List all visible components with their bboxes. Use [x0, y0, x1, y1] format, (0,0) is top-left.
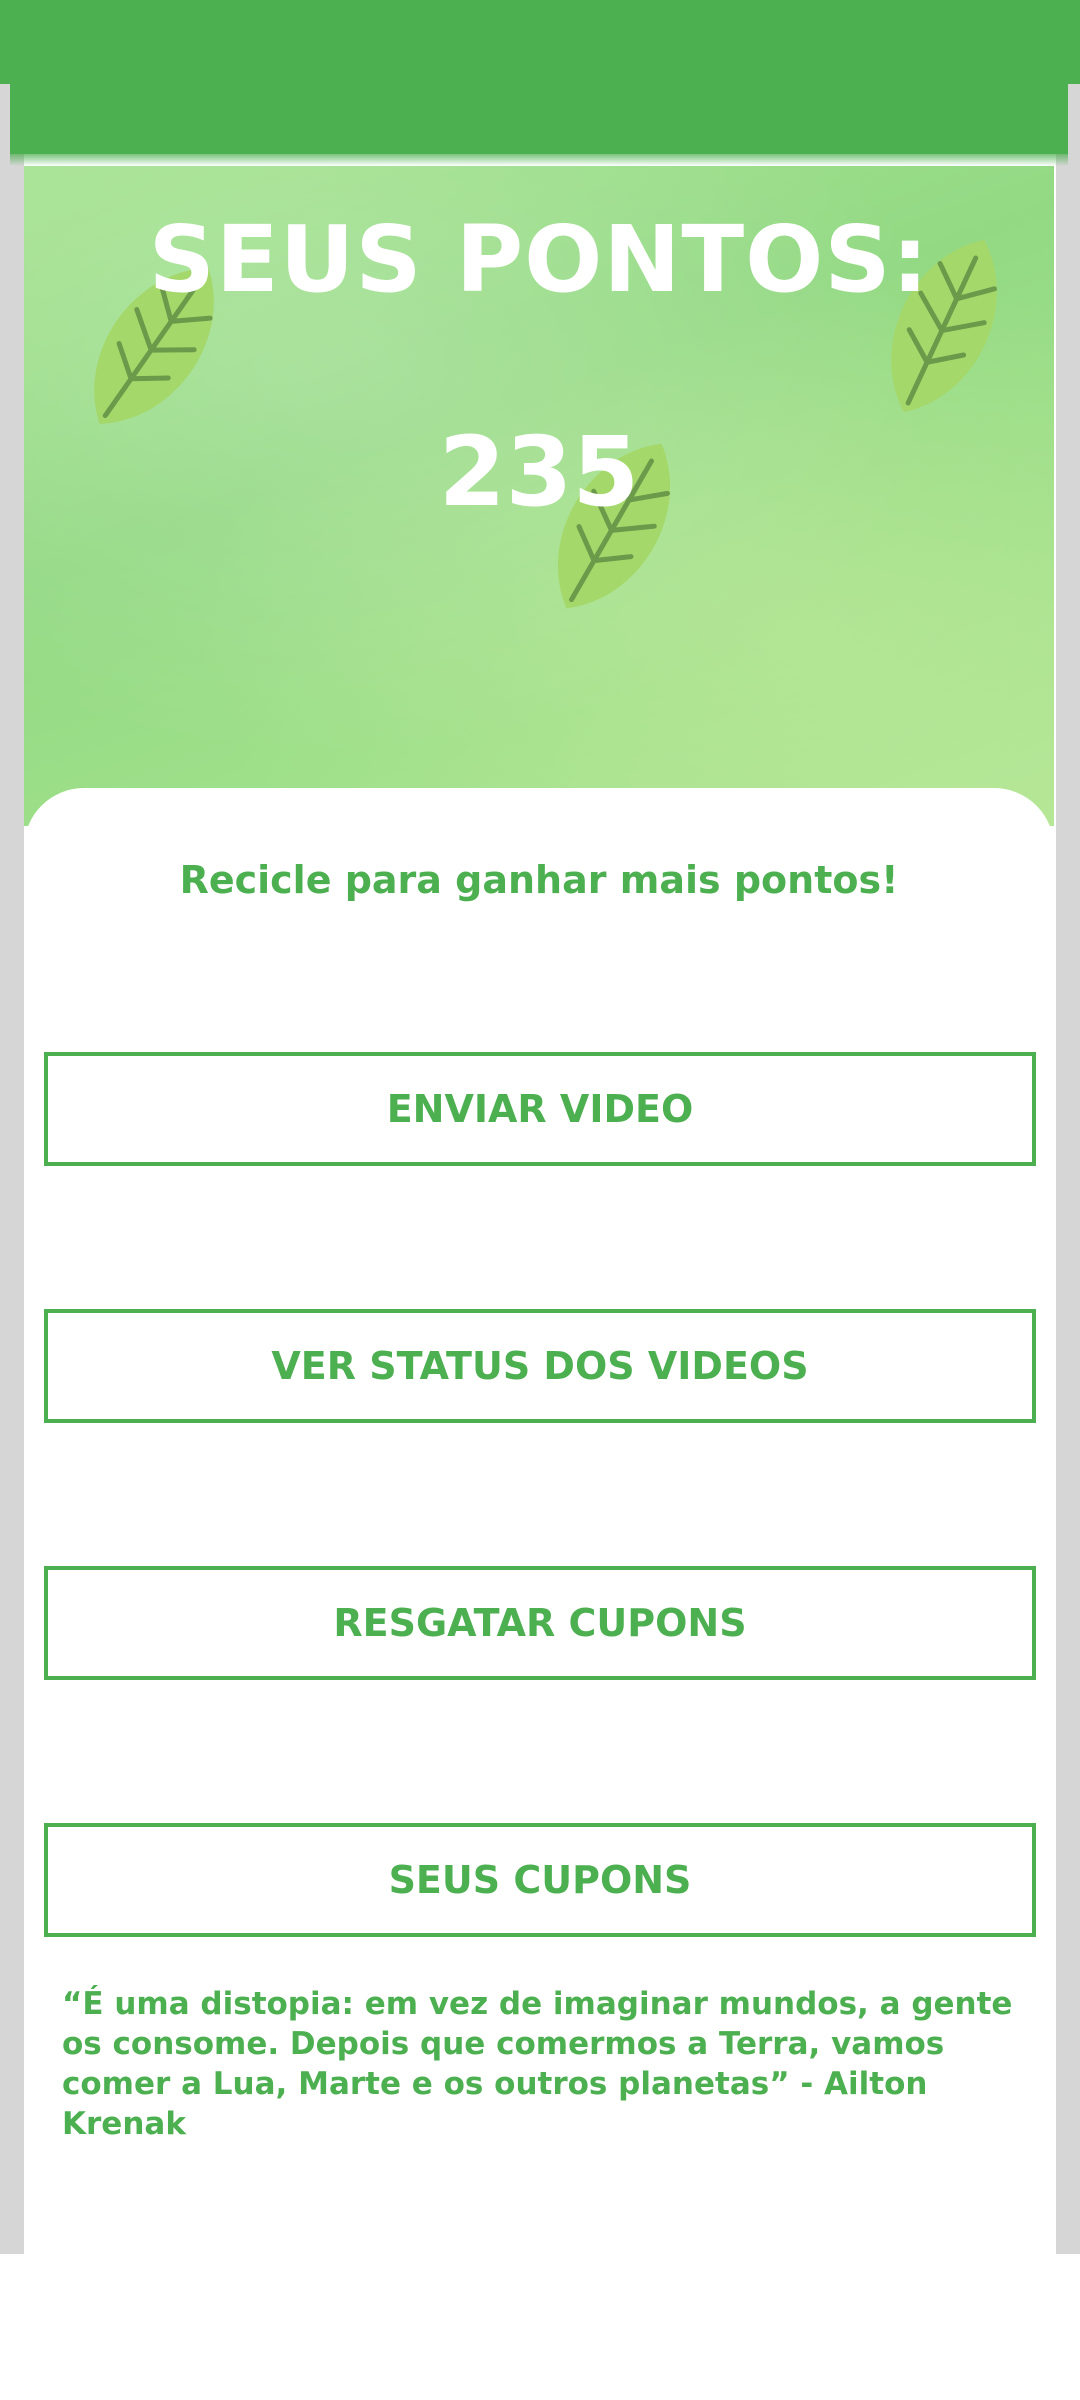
actions-panel: Recicle para ganhar mais pontos! ENVIAR … — [24, 788, 1054, 2258]
top-app-bar-shadow — [10, 150, 1068, 166]
send-video-button[interactable]: ENVIAR VIDEO — [44, 1052, 1036, 1166]
top-app-bar — [0, 0, 1080, 84]
points-title: SEUS PONTOS: — [148, 206, 930, 313]
left-rail — [0, 84, 24, 2254]
view-video-status-button[interactable]: VER STATUS DOS VIDEOS — [44, 1309, 1036, 1423]
right-rail — [1056, 84, 1080, 2254]
your-coupons-button[interactable]: SEUS CUPONS — [44, 1823, 1036, 1937]
redeem-coupons-button-label: RESGATAR CUPONS — [333, 1601, 747, 1645]
view-video-status-button-label: VER STATUS DOS VIDEOS — [271, 1344, 809, 1388]
redeem-coupons-button[interactable]: RESGATAR CUPONS — [44, 1566, 1036, 1680]
recycle-subtitle: Recicle para ganhar mais pontos! — [179, 858, 899, 902]
quote-text: “É uma distopia: em vez de imaginar mund… — [62, 1986, 1013, 2142]
send-video-button-label: ENVIAR VIDEO — [386, 1087, 694, 1131]
app-screen: SEUS PONTOS: 235 Recicle para ganhar mai… — [0, 0, 1080, 2400]
your-coupons-button-label: SEUS CUPONS — [388, 1858, 692, 1902]
top-app-bar-extension — [10, 84, 1068, 154]
points-value: 235 — [438, 416, 640, 528]
points-hero: SEUS PONTOS: 235 — [24, 166, 1054, 826]
